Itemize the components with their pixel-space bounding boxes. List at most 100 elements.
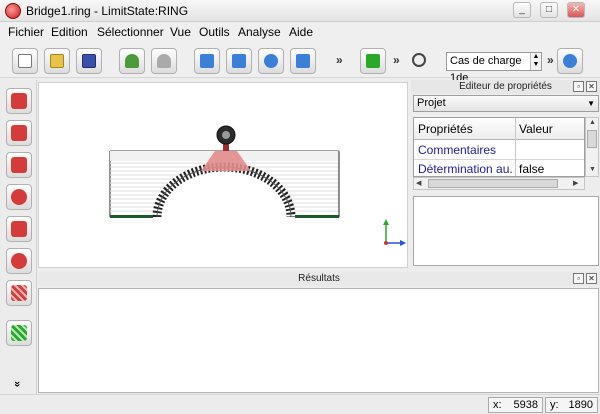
add-load-button[interactable] <box>6 216 32 242</box>
y-value: 1890 <box>568 399 593 411</box>
toolbar-overflow-2[interactable]: » <box>393 53 400 67</box>
clipboard-icon <box>200 54 214 68</box>
settings-tool-button[interactable] <box>6 248 32 274</box>
spin-down-icon[interactable]: ▼ <box>531 61 541 69</box>
app-window: Bridge1.ring - LimitState:RING _ □ ✕ Fic… <box>0 0 600 414</box>
scroll-down-icon[interactable]: ▼ <box>589 166 596 173</box>
left-tools-overflow[interactable]: » <box>11 381 23 387</box>
view-results-button[interactable] <box>6 320 32 346</box>
scroll-right-icon[interactable]: ▶ <box>573 179 578 187</box>
support-right <box>295 215 339 218</box>
properties-close-button[interactable]: ✕ <box>586 81 597 92</box>
wrench-icon <box>232 54 246 68</box>
property-table-header: Propriétés Valeur <box>414 118 584 140</box>
magnifier-icon <box>563 54 577 68</box>
menu-aide[interactable]: Aide <box>289 25 313 39</box>
menu-analyse[interactable]: Analyse <box>238 25 281 39</box>
property-horizontal-scrollbar[interactable]: ◀ ▶ <box>413 177 585 190</box>
x-coordinate-box: x: 5938 <box>488 397 543 413</box>
hatch-green-icon <box>11 325 27 341</box>
minimize-button[interactable]: _ <box>513 2 531 18</box>
cursor-icon <box>11 157 27 173</box>
menu-fichier[interactable]: Fichier <box>8 25 44 39</box>
redo-button[interactable] <box>151 48 177 74</box>
pen-icon <box>296 54 310 68</box>
hscrollbar-thumb[interactable] <box>428 179 558 188</box>
wheel-hub-icon <box>222 131 230 139</box>
chevron-down-icon: ▼ <box>587 99 595 108</box>
plus-icon <box>11 221 27 237</box>
gear-icon <box>11 253 27 269</box>
close-button[interactable]: ✕ <box>567 2 585 18</box>
property-table: Propriétés Valeur Commentaires Détermina… <box>413 117 585 177</box>
run-analysis-button[interactable] <box>360 48 386 74</box>
open-folder-icon <box>50 54 64 68</box>
main-toolbar: » » Cas de charge 1de ▲ ▼ » <box>0 42 600 84</box>
property-object-value: Projet <box>417 97 446 109</box>
left-tool-panel: » <box>0 80 37 394</box>
results-float-button[interactable]: ▫ <box>573 273 584 284</box>
column-header-value[interactable]: Valeur <box>519 122 553 136</box>
search-icon <box>11 189 27 205</box>
hatch-icon <box>11 285 27 301</box>
properties-panel-header: Editeur de propriétés ▫ ✕ <box>411 80 600 94</box>
help-button[interactable] <box>258 48 284 74</box>
spin-up-icon[interactable]: ▲ <box>531 53 541 61</box>
scroll-up-icon[interactable]: ▲ <box>589 119 596 126</box>
delta-icon <box>412 53 426 67</box>
menu-vue[interactable]: Vue <box>170 25 191 39</box>
y-coordinate-box: y: 1890 <box>545 397 598 413</box>
property-description-box <box>413 196 599 266</box>
properties-panel-title: Editeur de propriétés <box>459 81 552 92</box>
draw-tool-button[interactable] <box>6 88 32 114</box>
results-area[interactable] <box>38 288 599 393</box>
tools-button[interactable] <box>226 48 252 74</box>
edit-tool-button[interactable] <box>6 280 32 306</box>
block-icon <box>11 125 27 141</box>
new-file-icon <box>18 54 32 68</box>
menu-outils[interactable]: Outils <box>199 25 230 39</box>
toolbar-overflow-3[interactable]: » <box>547 53 554 67</box>
lifebuoy-icon <box>264 54 278 68</box>
x-value: 5938 <box>513 399 538 411</box>
support-left <box>110 215 153 218</box>
table-row[interactable]: Détermination au... false <box>414 160 584 176</box>
select-tool-button[interactable] <box>6 152 32 178</box>
menu-bar: Fichier Edition Sélectionner Vue Outils … <box>0 22 600 42</box>
title-bar: Bridge1.ring - LimitState:RING _ □ ✕ <box>0 0 600 22</box>
results-close-button[interactable]: ✕ <box>586 273 597 284</box>
property-vertical-scrollbar[interactable]: ▲ ▼ <box>585 117 599 177</box>
property-value[interactable]: false <box>519 162 583 176</box>
load-case-select[interactable]: Cas de charge 1de ▲ ▼ <box>446 52 542 84</box>
status-bar: x: 5938 y: 1890 <box>0 394 600 414</box>
clipboard-button[interactable] <box>194 48 220 74</box>
search-tool-button[interactable] <box>6 184 32 210</box>
toolbar-overflow[interactable]: » <box>336 53 343 67</box>
new-file-button[interactable] <box>12 48 38 74</box>
add-block-button[interactable] <box>6 120 32 146</box>
play-icon <box>366 54 380 68</box>
save-button[interactable] <box>76 48 102 74</box>
bridge-drawing <box>109 125 406 246</box>
scrollbar-thumb[interactable] <box>587 130 597 148</box>
property-object-select[interactable]: Projet ▼ <box>413 95 599 112</box>
undo-button[interactable] <box>119 48 145 74</box>
drawing-canvas[interactable] <box>38 82 408 268</box>
open-file-button[interactable] <box>44 48 70 74</box>
window-title: Bridge1.ring - LimitState:RING <box>26 4 189 18</box>
column-divider[interactable] <box>515 118 516 176</box>
x-label: x: <box>493 399 502 411</box>
axis-indicator-icon <box>383 219 406 246</box>
notes-button[interactable] <box>290 48 316 74</box>
column-header-property[interactable]: Propriétés <box>418 122 473 136</box>
menu-edition[interactable]: Edition <box>51 25 88 39</box>
load-case-spinner[interactable]: ▲ ▼ <box>530 53 541 70</box>
y-label: y: <box>550 399 559 411</box>
properties-float-button[interactable]: ▫ <box>573 81 584 92</box>
menu-selectionner[interactable]: Sélectionner <box>97 25 164 39</box>
scroll-left-icon[interactable]: ◀ <box>416 179 421 187</box>
zoom-button[interactable] <box>557 48 583 74</box>
load-factor-button[interactable] <box>407 48 433 74</box>
table-row[interactable]: Commentaires <box>414 141 584 160</box>
maximize-button[interactable]: □ <box>540 2 558 18</box>
